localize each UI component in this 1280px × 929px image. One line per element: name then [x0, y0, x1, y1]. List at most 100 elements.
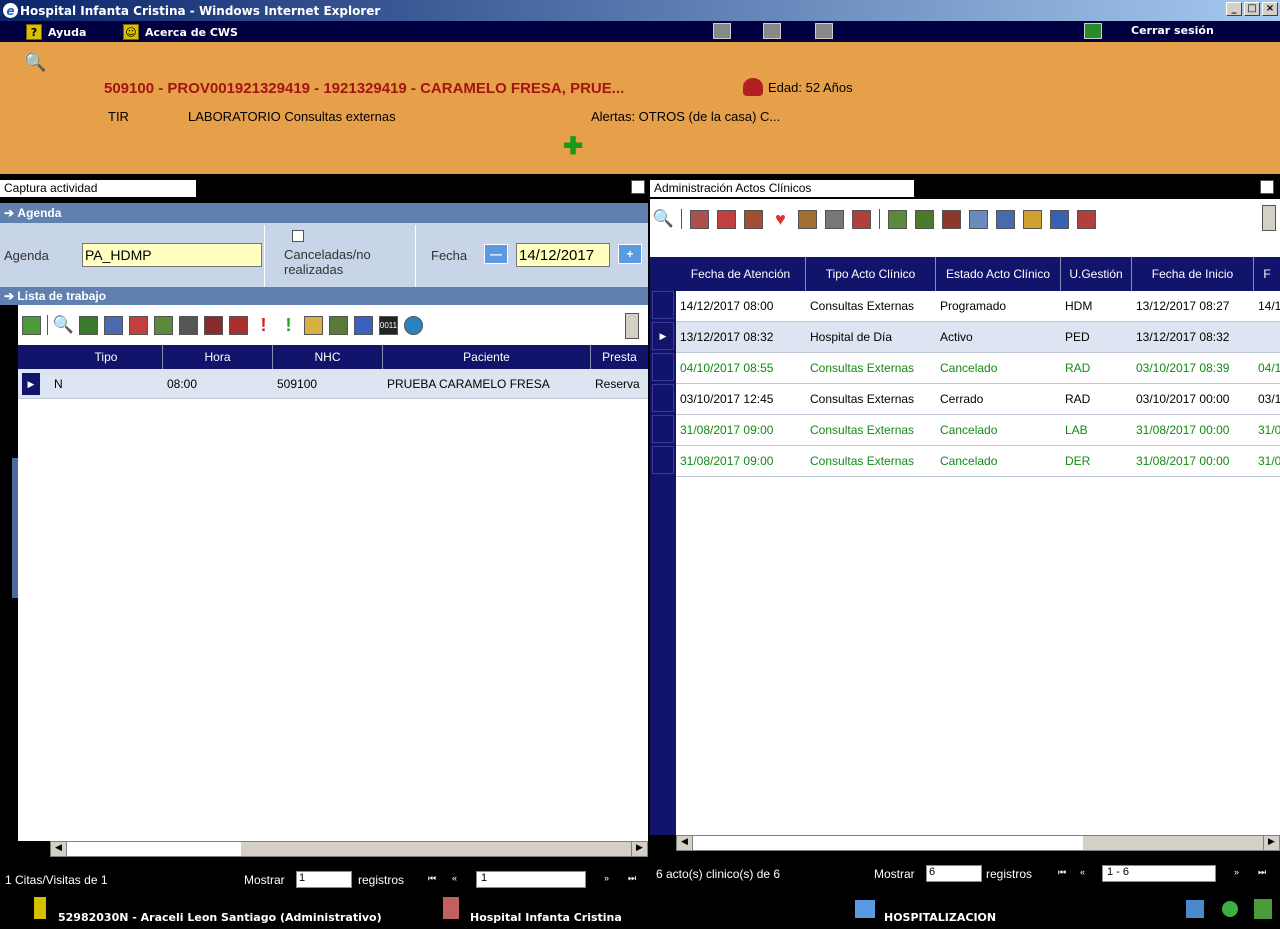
about-menu[interactable]: ☺ Acerca de CWS	[123, 24, 238, 40]
col-header[interactable]: Presta	[591, 345, 648, 369]
edit-doc-icon[interactable]	[1050, 209, 1069, 229]
patient-icon[interactable]	[129, 315, 148, 335]
table-row[interactable]: 04/10/2017 08:55 Consultas Externas Canc…	[676, 353, 1280, 384]
col-header[interactable]: NHC	[273, 345, 383, 369]
col-header[interactable]: F	[1254, 257, 1280, 291]
page-size-select[interactable]: 6	[926, 865, 982, 882]
row-selector[interactable]	[652, 446, 674, 474]
edit-yellow-icon[interactable]	[1023, 209, 1042, 229]
scroll-left-button[interactable]: ◀	[677, 836, 693, 850]
nurse-icon[interactable]	[798, 209, 817, 229]
list-icon[interactable]	[815, 23, 833, 39]
worklist-bar[interactable]: ➔ Lista de trabajo	[0, 287, 648, 305]
form-check-icon[interactable]	[915, 209, 934, 229]
canceladas-checkbox[interactable]	[292, 230, 304, 242]
doctor-icon[interactable]	[717, 209, 736, 229]
table-row[interactable]: 03/10/2017 12:45 Consultas Externas Cerr…	[676, 384, 1280, 415]
table-row[interactable]: 14/12/2017 08:00 Consultas Externas Prog…	[676, 291, 1280, 322]
scroll-right-button[interactable]: ▶	[1263, 836, 1279, 850]
printer-icon[interactable]	[304, 315, 323, 335]
binary-icon[interactable]: 0011	[379, 315, 398, 335]
actos-hscrollbar[interactable]: ◀ ▶	[676, 835, 1280, 851]
notes-icon[interactable]	[204, 315, 223, 335]
edit-icon[interactable]	[969, 209, 988, 229]
col-header[interactable]: Fecha de Inicio	[1132, 257, 1254, 291]
row-selector[interactable]	[652, 291, 674, 319]
alert-green-icon[interactable]: !	[279, 315, 298, 335]
next-page-icon[interactable]: »	[1234, 867, 1239, 877]
home-icon[interactable]	[744, 209, 763, 229]
page-size-select[interactable]: 1	[296, 871, 352, 888]
col-header[interactable]: Paciente	[383, 345, 591, 369]
first-page-icon[interactable]: ⏮	[428, 873, 436, 884]
form-delete-icon[interactable]	[942, 209, 961, 229]
scroll-left-button[interactable]: ◀	[51, 842, 67, 856]
prev-page-icon[interactable]: «	[452, 873, 457, 883]
hospital-icon[interactable]	[690, 209, 709, 229]
search-icon[interactable]: 🔍	[653, 209, 674, 229]
next-page-icon[interactable]: »	[604, 873, 609, 883]
scroll-thumb[interactable]	[67, 842, 241, 856]
agenda-bar[interactable]: ➔ Agenda	[0, 203, 648, 223]
form-icon[interactable]	[329, 315, 348, 335]
clipboard-alert-icon[interactable]	[852, 209, 871, 229]
prev-page-icon[interactable]: «	[1080, 867, 1085, 877]
report-icon[interactable]	[229, 315, 248, 335]
grid-icon[interactable]	[179, 315, 198, 335]
alert-red-icon[interactable]: !	[254, 315, 273, 335]
help-menu[interactable]: ? Ayuda	[26, 24, 86, 40]
row-selector[interactable]	[652, 353, 674, 381]
add-icon[interactable]: ✚	[563, 135, 583, 159]
scroll-thumb[interactable]	[693, 836, 1083, 850]
page-select[interactable]: 1 - 6	[1102, 865, 1216, 882]
collapse-toggle-right[interactable]	[1260, 180, 1274, 194]
date-previous-button[interactable]: —	[484, 244, 508, 264]
col-header[interactable]: Fecha de Atención	[676, 257, 806, 291]
clipboard-icon[interactable]	[825, 209, 844, 229]
minimize-button[interactable]: _	[1226, 2, 1242, 16]
first-page-icon[interactable]: ⏮	[1058, 867, 1066, 878]
table-row[interactable]: ▶ N 08:00 509100 PRUEBA CARAMELO FRESA R…	[18, 369, 648, 399]
edit-blue-icon[interactable]	[996, 209, 1015, 229]
table-row[interactable]: 31/08/2017 09:00 Consultas Externas Canc…	[676, 415, 1280, 446]
collapse-toggle-left[interactable]	[631, 180, 645, 194]
row-selector[interactable]	[652, 384, 674, 412]
agenda-input[interactable]	[82, 243, 262, 267]
search-icon[interactable]: 🔍	[24, 52, 46, 73]
row-selector-active[interactable]: ▶	[652, 322, 674, 350]
col-header[interactable]: Tipo Acto Clínico	[806, 257, 936, 291]
checklist-icon[interactable]	[79, 315, 98, 335]
table-row[interactable]: 13/12/2017 08:32 Hospital de Día Activo …	[676, 322, 1280, 353]
heart-icon[interactable]: ♥	[771, 209, 790, 229]
toolbar-scroll[interactable]	[1262, 205, 1276, 231]
edit-icon[interactable]	[104, 315, 123, 335]
refresh-icon[interactable]	[1254, 899, 1272, 919]
close-button[interactable]: ×	[1262, 2, 1278, 16]
logout-button[interactable]: Cerrar sesión	[1131, 24, 1214, 37]
col-header[interactable]: Estado Acto Clínico	[936, 257, 1061, 291]
chart-icon[interactable]	[888, 209, 907, 229]
exit-icon[interactable]	[1084, 23, 1102, 39]
windows-icon[interactable]	[1186, 900, 1204, 918]
edit-delete-icon[interactable]	[1077, 209, 1096, 229]
date-next-button[interactable]: +	[618, 244, 642, 264]
page-select[interactable]: 1	[476, 871, 586, 888]
scroll-right-button[interactable]: ▶	[631, 842, 647, 856]
table-row[interactable]: 31/08/2017 09:00 Consultas Externas Canc…	[676, 446, 1280, 477]
sync-icon[interactable]	[404, 315, 423, 335]
refresh-icon[interactable]	[22, 315, 41, 335]
info-icon[interactable]	[354, 315, 373, 335]
tools-icon[interactable]	[713, 23, 731, 39]
document-icon[interactable]	[154, 315, 173, 335]
row-selector[interactable]	[652, 415, 674, 443]
last-page-icon[interactable]: ⏭	[1258, 867, 1266, 878]
status-icon[interactable]	[1222, 901, 1238, 917]
col-header[interactable]: Hora	[163, 345, 273, 369]
last-page-icon[interactable]: ⏭	[628, 873, 636, 884]
search-icon[interactable]: 🔍	[53, 315, 74, 335]
toolbar-scroll[interactable]	[625, 313, 639, 339]
worklist-hscrollbar[interactable]: ◀ ▶	[50, 841, 648, 857]
col-header[interactable]: Tipo	[50, 345, 163, 369]
date-input[interactable]	[516, 243, 610, 267]
col-header[interactable]: U.Gestión	[1061, 257, 1132, 291]
